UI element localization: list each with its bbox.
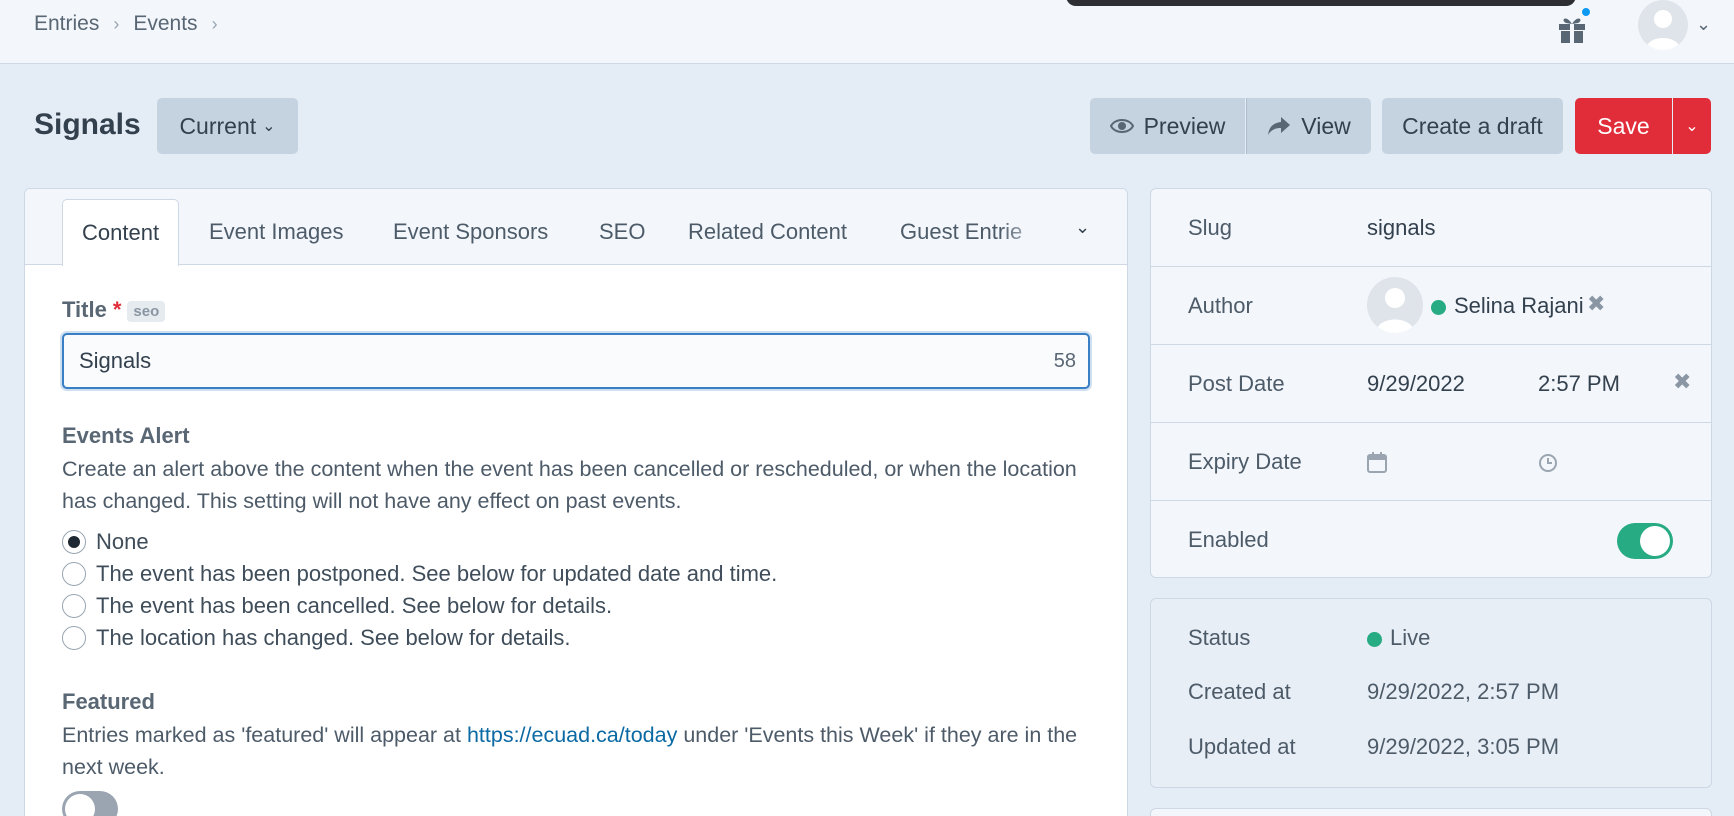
expiry-date-label: Expiry Date — [1188, 449, 1302, 474]
radio-button[interactable] — [62, 530, 86, 554]
author-name[interactable]: Selina Rajani — [1431, 293, 1584, 319]
notification-dot — [1580, 6, 1592, 18]
title-label-text: Title — [62, 297, 107, 322]
status-label: Status — [1188, 625, 1251, 650]
alert-option-location-changed[interactable]: The location has changed. See below for … — [62, 625, 571, 651]
tab-bar: Content Event Images Event Sponsors SEO … — [25, 189, 1127, 266]
author-label: Author — [1188, 293, 1253, 318]
enabled-toggle[interactable] — [1617, 523, 1673, 559]
enabled-row: Enabled — [1151, 501, 1711, 579]
radio-label: The event has been postponed. See below … — [96, 561, 778, 586]
status-value-text: Live — [1390, 625, 1431, 650]
radio-button[interactable] — [62, 626, 86, 650]
live-dot — [1367, 631, 1382, 647]
breadcrumb-events[interactable]: Events — [133, 12, 197, 36]
expiry-date-row: Expiry Date — [1151, 423, 1711, 501]
clear-post-date-icon[interactable]: ✖ — [1673, 369, 1691, 395]
save-menu-button[interactable]: ⌄ — [1673, 98, 1711, 154]
gift-icon[interactable] — [1556, 6, 1592, 44]
view-button[interactable]: View — [1246, 98, 1371, 154]
user-avatar-icon[interactable] — [1638, 0, 1688, 50]
updated-at-label: Updated at — [1188, 734, 1296, 759]
eye-icon — [1109, 119, 1134, 133]
chevron-right-icon: › — [211, 13, 218, 34]
author-row: Author Selina Rajani ✖ — [1151, 267, 1711, 345]
alert-option-postponed[interactable]: The event has been postponed. See below … — [62, 561, 777, 587]
revision-label: Current — [179, 112, 257, 139]
remove-author-icon[interactable]: ✖ — [1587, 291, 1605, 317]
radio-label: None — [96, 529, 149, 554]
view-label: View — [1301, 112, 1351, 139]
title-input[interactable]: Signals 58 — [62, 333, 1090, 389]
notification-bar — [1066, 0, 1576, 6]
breadcrumb: Entries › Events › — [34, 12, 232, 36]
create-draft-button[interactable]: Create a draft — [1382, 98, 1563, 154]
title-field-label: Title * seo — [62, 297, 166, 323]
chevron-down-icon[interactable]: ⌄ — [1075, 217, 1090, 238]
status-value: Live — [1367, 625, 1430, 651]
preview-label: Preview — [1143, 112, 1226, 139]
calendar-icon[interactable] — [1367, 451, 1387, 473]
chevron-right-icon: › — [113, 13, 120, 34]
tab-seo[interactable]: SEO — [599, 219, 645, 245]
featured-desc-text: Entries marked as 'featured' will appear… — [62, 723, 467, 747]
next-panel — [1150, 808, 1712, 816]
entry-meta-panel: Slug signals Author Selina Rajani ✖ Post… — [1150, 188, 1712, 578]
author-name-text: Selina Rajani — [1454, 293, 1584, 318]
tab-event-images[interactable]: Event Images — [209, 219, 344, 245]
status-panel: Status Live Created at 9/29/2022, 2:57 P… — [1150, 598, 1712, 788]
created-at-label: Created at — [1188, 679, 1291, 704]
revision-menu-button[interactable]: Current ⌄ — [157, 98, 298, 154]
seo-badge: seo — [127, 300, 166, 322]
radio-button[interactable] — [62, 594, 86, 618]
tab-event-sponsors[interactable]: Event Sponsors — [393, 219, 548, 245]
breadcrumb-entries[interactable]: Entries — [34, 12, 99, 36]
events-alert-description: Create an alert above the content when t… — [62, 457, 1077, 513]
content-panel: Content Event Images Event Sponsors SEO … — [24, 188, 1128, 816]
featured-description: Entries marked as 'featured' will appear… — [62, 719, 1092, 783]
post-date-label: Post Date — [1188, 371, 1285, 396]
share-arrow-icon — [1268, 117, 1291, 135]
featured-label: Featured — [62, 689, 155, 714]
events-alert-label: Events Alert — [62, 423, 190, 448]
radio-button[interactable] — [62, 562, 86, 586]
created-at-value: 9/29/2022, 2:57 PM — [1367, 679, 1560, 704]
post-time-input[interactable]: 2:57 PM — [1538, 371, 1620, 397]
clock-icon[interactable] — [1538, 453, 1558, 473]
title-input-value: Signals — [79, 348, 152, 373]
enabled-label: Enabled — [1188, 527, 1269, 552]
alert-option-cancelled[interactable]: The event has been cancelled. See below … — [62, 593, 612, 619]
post-date-input[interactable]: 9/29/2022 — [1367, 371, 1465, 397]
status-dot — [1431, 299, 1446, 315]
post-date-row: Post Date 9/29/2022 2:57 PM ✖ — [1151, 345, 1711, 423]
save-button[interactable]: Save — [1575, 98, 1672, 154]
radio-label: The location has changed. See below for … — [96, 625, 571, 650]
chevron-down-icon: ⌄ — [1685, 118, 1699, 135]
today-link[interactable]: https://ecuad.ca/today — [467, 723, 677, 747]
slug-label: Slug — [1188, 215, 1233, 240]
featured-toggle[interactable] — [62, 791, 118, 816]
top-bar: Entries › Events › ⌄ — [0, 0, 1734, 64]
tab-content[interactable]: Content — [62, 199, 180, 266]
character-count: 58 — [1053, 350, 1076, 372]
updated-at-value: 9/29/2022, 3:05 PM — [1367, 734, 1560, 759]
chevron-down-icon[interactable]: ⌄ — [1696, 14, 1711, 35]
slug-row: Slug signals — [1151, 189, 1711, 267]
chevron-down-icon: ⌄ — [262, 118, 276, 135]
page-title: Signals — [34, 108, 141, 141]
alert-option-none[interactable]: None — [62, 529, 149, 555]
tab-overflow-fade — [1000, 209, 1050, 249]
tab-related-content[interactable]: Related Content — [688, 219, 847, 245]
slug-input[interactable]: signals — [1367, 215, 1435, 241]
required-marker: * — [112, 297, 122, 322]
preview-button[interactable]: Preview — [1090, 98, 1245, 154]
radio-label: The event has been cancelled. See below … — [96, 593, 613, 618]
author-avatar — [1367, 277, 1423, 333]
